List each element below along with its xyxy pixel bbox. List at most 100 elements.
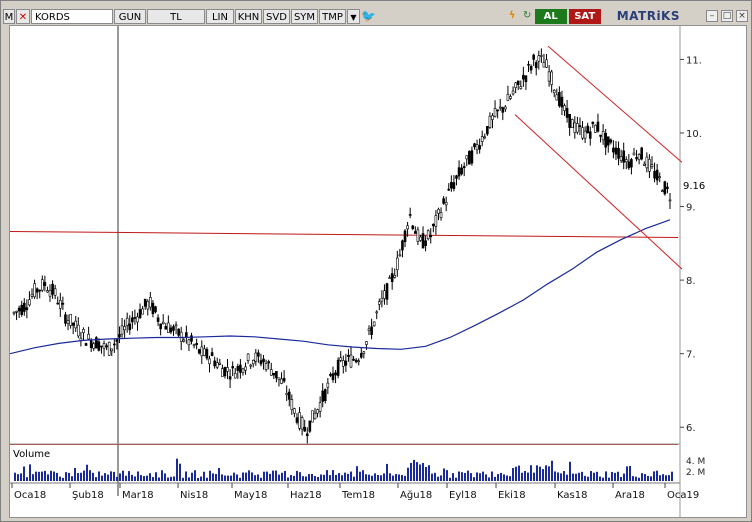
volume-bar xyxy=(377,474,379,481)
candle-body xyxy=(624,159,628,163)
candle-body xyxy=(218,362,222,365)
volume-bar xyxy=(299,472,301,481)
candle-body xyxy=(424,240,427,246)
twitter-icon[interactable]: 🐦 xyxy=(361,9,376,24)
volume-bar xyxy=(119,473,121,481)
dropdown-icon[interactable]: ▼ xyxy=(347,8,360,24)
volume-bar xyxy=(626,466,628,481)
volume-bar xyxy=(551,460,553,481)
candle-body xyxy=(161,321,165,324)
volume-tick-label: 2. M xyxy=(686,468,705,478)
candle-body xyxy=(128,323,132,331)
candle-body xyxy=(606,136,610,146)
maximize-icon[interactable]: □ xyxy=(721,10,733,22)
candle-body xyxy=(300,417,304,430)
candle-body xyxy=(642,163,646,166)
volume-bar xyxy=(665,475,667,481)
volume-bar xyxy=(212,473,214,481)
volume-bar xyxy=(422,463,424,481)
period-button[interactable]: GUN xyxy=(114,8,146,24)
candle-body xyxy=(650,164,654,168)
candle-body xyxy=(311,410,314,423)
lightning-icon[interactable]: ϟ xyxy=(505,9,520,24)
candle-body xyxy=(614,147,618,155)
volume-bar xyxy=(497,474,499,481)
volume-bar xyxy=(287,477,289,481)
minimize-icon[interactable]: – xyxy=(706,10,718,22)
candle-body xyxy=(179,331,183,342)
candle-body xyxy=(658,176,662,179)
x-tick-label: Kas18 xyxy=(557,490,587,501)
volume-bar xyxy=(329,475,331,481)
candle-body xyxy=(282,378,286,382)
candle-body xyxy=(151,302,155,314)
volume-bar xyxy=(563,471,565,481)
candle-body xyxy=(254,352,258,362)
volume-bar xyxy=(560,473,562,481)
candle-body xyxy=(637,154,641,160)
currency-button[interactable]: TL xyxy=(147,8,205,24)
candle-body xyxy=(40,279,44,291)
sym-button[interactable]: SYM xyxy=(291,8,318,24)
candle-body xyxy=(192,344,196,347)
volume-bar xyxy=(101,475,103,481)
close-chart-icon[interactable]: ✕ xyxy=(16,8,30,24)
volume-bar xyxy=(14,472,16,481)
volume-bar xyxy=(662,474,664,481)
volume-bar xyxy=(260,477,262,481)
candle-body xyxy=(113,343,116,346)
candle-body xyxy=(396,257,399,271)
x-tick-label: Mar18 xyxy=(122,490,154,501)
candle-body xyxy=(77,324,80,337)
candle-body xyxy=(354,359,358,363)
chart-area[interactable]: 6. 7. 8. 9. 10. 11. 9.16 Volume 4. M 2. M Oca18 Şub… xyxy=(9,25,747,518)
volume-bar xyxy=(320,474,322,481)
candle-body xyxy=(522,74,525,80)
close-icon[interactable]: × xyxy=(736,10,748,22)
candle-body xyxy=(591,121,595,125)
symbol-input[interactable]: KORDS xyxy=(31,8,113,24)
volume-bar xyxy=(398,474,400,481)
price-chart[interactable]: 6. 7. 8. 9. 10. 11. 9.16 Volume 4. M2. M Oca18 Şub… xyxy=(9,26,746,517)
volume-bar xyxy=(392,475,394,481)
volume-bar xyxy=(53,471,55,481)
volume-bar xyxy=(446,470,448,481)
m-button[interactable]: M xyxy=(3,8,15,24)
candle-body xyxy=(146,301,150,310)
candle-body xyxy=(347,354,350,357)
scale-button[interactable]: LIN xyxy=(206,8,234,24)
candle-body xyxy=(303,426,306,432)
horizontal-line xyxy=(9,231,679,238)
volume-bar xyxy=(308,474,310,481)
candle-body xyxy=(123,326,126,331)
volume-bar xyxy=(443,468,445,481)
candle-body xyxy=(141,308,144,315)
buy-button[interactable]: AL xyxy=(534,8,567,24)
volume-bar xyxy=(134,476,136,481)
candle-body xyxy=(246,353,250,362)
volume-bar xyxy=(452,473,454,481)
volume-bar xyxy=(410,462,412,481)
candle-body xyxy=(532,54,535,60)
volume-bar xyxy=(185,471,187,481)
candle-body xyxy=(588,131,592,139)
y-tick-label: 9. xyxy=(686,203,696,214)
candle-body xyxy=(334,372,337,376)
volume-bar xyxy=(548,466,550,481)
sell-button[interactable]: SAT xyxy=(568,8,601,24)
khn-button[interactable]: KHN xyxy=(235,8,262,24)
candle-body xyxy=(241,368,245,373)
volume-bar xyxy=(83,470,85,481)
candle-body xyxy=(131,317,134,323)
x-tick-label: Nis18 xyxy=(180,490,208,501)
candle-body xyxy=(573,122,577,133)
candle-body xyxy=(547,71,551,82)
svd-button[interactable]: SVD xyxy=(263,8,290,24)
volume-bar xyxy=(359,471,361,481)
volume-bar xyxy=(470,473,472,481)
volume-bar xyxy=(230,475,232,481)
tmp-button[interactable]: TMP xyxy=(319,8,346,24)
candle-body xyxy=(488,115,492,128)
volume-bar xyxy=(407,467,409,481)
refresh-icon[interactable]: ↻ xyxy=(520,9,535,24)
